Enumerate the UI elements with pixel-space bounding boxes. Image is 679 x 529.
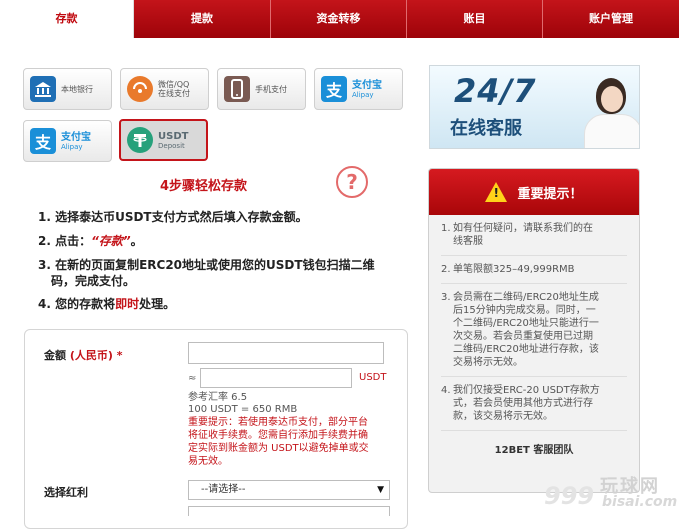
notice-list: 1. 如有任何疑问，请联系我们的在 线客服 2. 单笔限额325–49,999RM… bbox=[429, 215, 639, 431]
usdt-fee-warning: 重要提示：若使用泰达币支付，部分平台 将征收手续费。您需自行添加手续费并确 定实… bbox=[188, 417, 369, 467]
payment-method-label: 手机支付 bbox=[255, 84, 287, 94]
usdt-unit-label: USDT bbox=[359, 372, 387, 383]
exchange-rate-example: 100 USDT = 650 RMB bbox=[188, 404, 298, 415]
step-3: 3. 在新的页面复制ERC20地址或使用您的USDT钱包扫描二维 码，完成支付。 bbox=[38, 258, 375, 288]
tab-withdraw[interactable]: 提款 bbox=[134, 0, 271, 38]
live-support-banner[interactable]: 24/7 在线客服 bbox=[429, 65, 640, 149]
important-notice-panel: ! 重要提示！ 1. 如有任何疑问，请联系我们的在 线客服 2. 单笔限额325–… bbox=[428, 168, 640, 493]
payment-method-label: 支付宝 Alipay bbox=[352, 79, 382, 99]
step-1: 1. 选择泰达币USDT支付方式然后填入存款金额。 bbox=[38, 210, 308, 224]
help-icon[interactable]: ? bbox=[336, 166, 368, 198]
wechat-pay-icon bbox=[127, 76, 153, 102]
payment-method-alipay-2[interactable]: 支 支付宝 Alipay bbox=[23, 120, 112, 162]
agent-illustration bbox=[584, 114, 639, 148]
notice-header: ! 重要提示！ bbox=[429, 169, 639, 215]
support-team-signature: 12BET 客服团队 bbox=[494, 445, 574, 456]
watermark-logo: 999 玩球网 bisai.com bbox=[544, 476, 678, 510]
agent-face bbox=[601, 86, 623, 112]
tether-icon bbox=[127, 127, 153, 153]
steps-title: 4步骤轻松存款 bbox=[160, 179, 248, 194]
notice-item: 2. 单笔限额325–49,999RMB bbox=[441, 256, 627, 284]
banner-online-service: 在线客服 bbox=[450, 118, 522, 139]
payment-method-label: 微信/QQ 在线支付 bbox=[158, 80, 190, 98]
step-4: 4. 您的存款将即时处理。 bbox=[38, 297, 176, 311]
amount-label: 金额 (人民币) * bbox=[44, 349, 123, 362]
alipay-icon: 支 bbox=[321, 76, 347, 102]
next-field-input[interactable] bbox=[188, 506, 390, 516]
bonus-label: 选择红利 bbox=[44, 486, 88, 499]
payment-method-mobile[interactable]: 手机支付 bbox=[217, 68, 306, 110]
banner-24-7: 24/7 bbox=[454, 72, 537, 110]
notice-title: 重要提示！ bbox=[517, 186, 583, 202]
mobile-icon bbox=[224, 76, 250, 102]
exchange-rate-label: 参考汇率 6.5 bbox=[188, 392, 248, 403]
tab-account-management[interactable]: 账户管理 bbox=[543, 0, 679, 38]
top-tab-bar: 存款 提款 资金转移 账目 账户管理 bbox=[0, 0, 679, 38]
payment-method-wechat-qq[interactable]: 微信/QQ 在线支付 bbox=[120, 68, 209, 110]
tab-accounts[interactable]: 账目 bbox=[407, 0, 543, 38]
bonus-select[interactable]: --请选择-- ▼ bbox=[188, 480, 390, 500]
payment-method-label: USDT Deposit bbox=[158, 130, 189, 150]
notice-item: 1. 如有任何疑问，请联系我们的在 线客服 bbox=[441, 215, 627, 256]
usdt-amount-input[interactable] bbox=[200, 368, 352, 388]
amount-input[interactable] bbox=[188, 342, 384, 364]
payment-method-label: 支付宝 Alipay bbox=[61, 131, 91, 151]
alipay-icon: 支 bbox=[30, 128, 56, 154]
notice-item: 3. 会员需在二维码/ERC20地址生成 后15分钟内完成交易。同时，一 个二维码/… bbox=[441, 284, 627, 377]
warning-icon: ! bbox=[485, 182, 508, 202]
payment-method-alipay[interactable]: 支 支付宝 Alipay bbox=[314, 68, 403, 110]
payment-method-local-bank[interactable]: 本地银行 bbox=[23, 68, 112, 110]
payment-method-label: 本地银行 bbox=[61, 84, 93, 94]
approx-symbol: ≈ bbox=[188, 373, 197, 384]
bank-icon bbox=[30, 76, 56, 102]
dropdown-arrow-icon: ▼ bbox=[377, 485, 384, 495]
tab-fund-transfer[interactable]: 资金转移 bbox=[271, 0, 407, 38]
notice-item: 4. 我们仅接受ERC-20 USDT存款方 式，若会员使用其他方式进行存 款，该交… bbox=[441, 377, 627, 431]
payment-method-usdt[interactable]: USDT Deposit bbox=[119, 119, 208, 161]
step-2: 2. 点击：“存款”。 bbox=[38, 234, 143, 248]
tab-deposit[interactable]: 存款 bbox=[0, 0, 134, 38]
